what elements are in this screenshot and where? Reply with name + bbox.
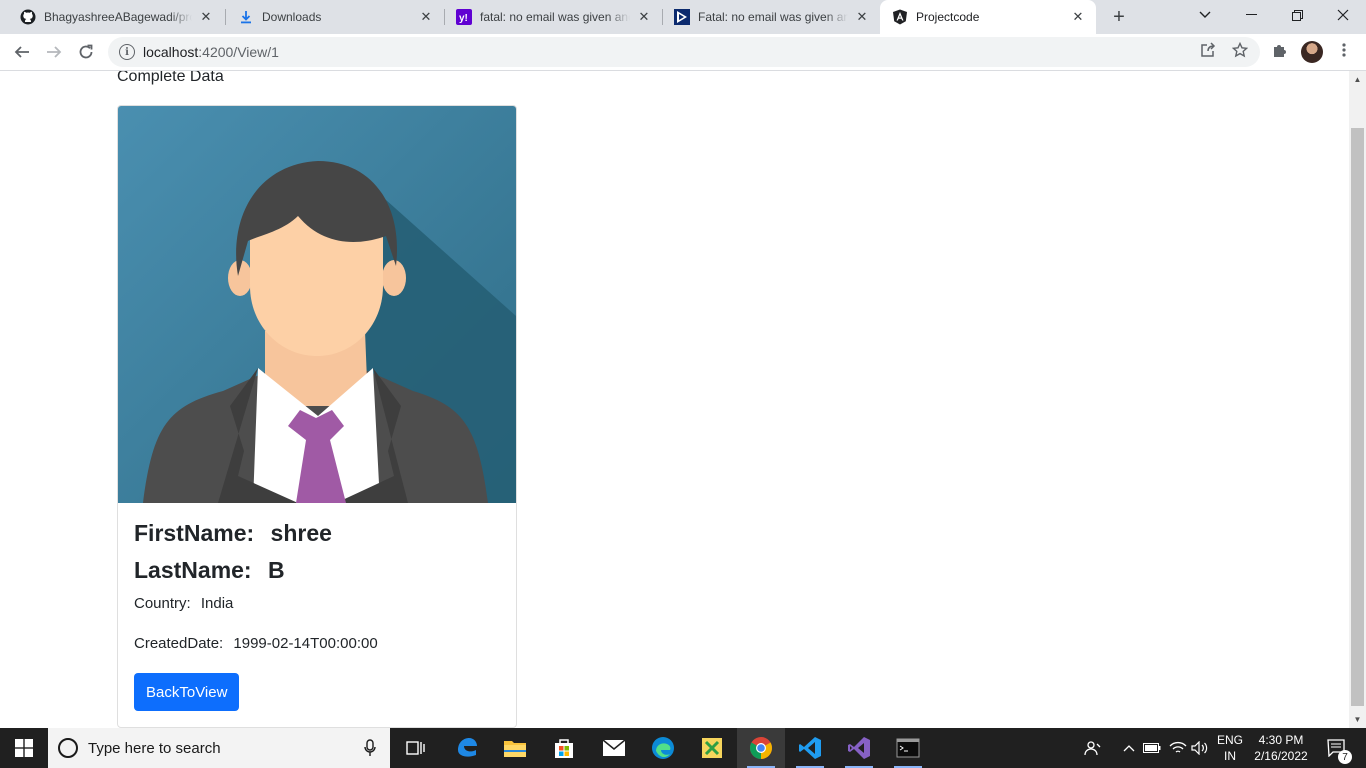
country-row: Country: India: [134, 594, 378, 614]
chevron-up-icon[interactable]: [1120, 728, 1138, 768]
minimize-button[interactable]: [1228, 0, 1274, 30]
extensions-icon[interactable]: [1268, 38, 1292, 62]
tab-azure[interactable]: Fatal: no email was given and ✕: [662, 0, 880, 34]
close-icon[interactable]: ✕: [636, 9, 652, 25]
region-code: IN: [1224, 749, 1236, 763]
windows-taskbar: Type here to search ENG IN 4:30 PM 2/16/…: [0, 728, 1366, 768]
cortana-icon: [58, 738, 78, 758]
forward-icon[interactable]: [40, 38, 68, 66]
url-path: :4200/View/1: [198, 44, 279, 60]
close-window-button[interactable]: [1320, 0, 1366, 30]
windows-start-icon[interactable]: [0, 728, 48, 768]
tab-title: BhagyashreeABagewadi/proj: [44, 10, 192, 24]
back-icon[interactable]: [8, 38, 36, 66]
page-scrollbar[interactable]: ▲ ▼: [1349, 71, 1366, 728]
new-tab-button[interactable]: +: [1106, 5, 1132, 29]
created-date-label: CreatedDate:: [134, 635, 224, 652]
task-view-icon[interactable]: [392, 728, 440, 768]
close-icon[interactable]: ✕: [198, 9, 214, 25]
tab-title: Fatal: no email was given and: [698, 10, 848, 24]
mail-icon[interactable]: [590, 728, 638, 768]
page-viewport: Complete Data FirstName: shree LastName:…: [0, 71, 1349, 728]
notification-badge: 7: [1338, 750, 1352, 764]
browser-tab-strip: BhagyashreeABagewadi/proj ✕ Downloads ✕ …: [0, 0, 1366, 34]
person-avatar-image: [118, 106, 516, 503]
share-icon[interactable]: [1196, 38, 1220, 62]
address-bar[interactable]: i localhost:4200/View/1: [108, 37, 1260, 67]
microsoft-store-icon[interactable]: [540, 728, 588, 768]
close-icon[interactable]: ✕: [1070, 9, 1086, 25]
tab-title: Downloads: [262, 10, 322, 24]
menu-icon[interactable]: [1332, 38, 1356, 62]
notification-center-icon[interactable]: 7: [1320, 728, 1354, 768]
download-icon: [238, 9, 254, 25]
tab-yahoo-answers[interactable]: y! fatal: no email was given and ✕: [444, 0, 662, 34]
first-name-label: FirstName:: [134, 520, 255, 546]
created-date-value: 1999-02-14T00:00:00: [233, 635, 378, 652]
edge-legacy-icon[interactable]: [443, 728, 491, 768]
svg-text:y!: y!: [459, 13, 468, 24]
url-host: localhost: [143, 44, 199, 60]
first-name-row: FirstName: shree: [134, 518, 378, 555]
edge-icon[interactable]: [639, 728, 687, 768]
profile-card: FirstName: shree LastName: B Country: In…: [117, 105, 517, 728]
wifi-icon[interactable]: [1168, 728, 1188, 768]
github-icon: [20, 9, 36, 25]
tab-projectcode[interactable]: Projectcode ✕: [880, 0, 1096, 34]
clock-time: 4:30 PM: [1258, 733, 1304, 747]
vscode-icon[interactable]: [786, 728, 834, 768]
tab-downloads[interactable]: Downloads ✕: [226, 0, 444, 34]
url-text: localhost:4200/View/1: [143, 44, 279, 60]
tab-github[interactable]: BhagyashreeABagewadi/proj ✕: [8, 0, 224, 34]
last-name-label: LastName:: [134, 557, 252, 583]
browser-toolbar: i localhost:4200/View/1: [0, 34, 1366, 71]
azure-devops-icon: [674, 9, 690, 25]
clock[interactable]: 4:30 PM 2/16/2022: [1250, 732, 1312, 764]
terminal-icon[interactable]: [884, 728, 932, 768]
microphone-icon[interactable]: [364, 739, 376, 757]
file-explorer-icon[interactable]: [491, 728, 539, 768]
country-label: Country:: [134, 595, 191, 612]
language-indicator[interactable]: ENG IN: [1214, 732, 1246, 764]
sticky-app-icon[interactable]: [688, 728, 736, 768]
battery-icon[interactable]: [1142, 728, 1162, 768]
profile-avatar[interactable]: [1301, 41, 1323, 63]
yahoo-answers-icon: y!: [456, 9, 472, 25]
created-date-row: CreatedDate: 1999-02-14T00:00:00: [134, 634, 378, 654]
back-to-view-button[interactable]: BackToView: [134, 673, 240, 711]
tab-title: fatal: no email was given and: [480, 10, 630, 24]
search-placeholder: Type here to search: [88, 739, 221, 757]
close-icon[interactable]: ✕: [418, 9, 434, 25]
chrome-icon[interactable]: [737, 728, 785, 768]
first-name-value: shree: [270, 520, 332, 546]
card-body: FirstName: shree LastName: B Country: In…: [134, 518, 378, 654]
page-title: Complete Data: [117, 71, 224, 85]
tab-title: Projectcode: [916, 10, 980, 24]
language-code: ENG: [1216, 733, 1243, 747]
angular-icon: [892, 9, 908, 25]
people-icon[interactable]: [1082, 728, 1104, 768]
last-name-value: B: [268, 557, 285, 583]
scroll-down-arrow-icon[interactable]: ▼: [1349, 711, 1366, 728]
tab-search-button[interactable]: [1182, 0, 1228, 30]
clock-date: 2/16/2022: [1254, 749, 1308, 763]
restore-button[interactable]: [1274, 0, 1320, 30]
country-value: India: [200, 595, 234, 612]
last-name-row: LastName: B: [134, 555, 378, 592]
reload-icon[interactable]: [72, 38, 100, 66]
bookmark-star-icon[interactable]: [1228, 38, 1252, 62]
close-icon[interactable]: ✕: [854, 9, 870, 25]
taskbar-search-box[interactable]: Type here to search: [48, 728, 390, 768]
scroll-up-arrow-icon[interactable]: ▲: [1349, 71, 1366, 88]
info-icon[interactable]: i: [119, 44, 135, 60]
scroll-thumb[interactable]: [1351, 128, 1364, 706]
volume-icon[interactable]: [1190, 728, 1210, 768]
visual-studio-icon[interactable]: [835, 728, 883, 768]
